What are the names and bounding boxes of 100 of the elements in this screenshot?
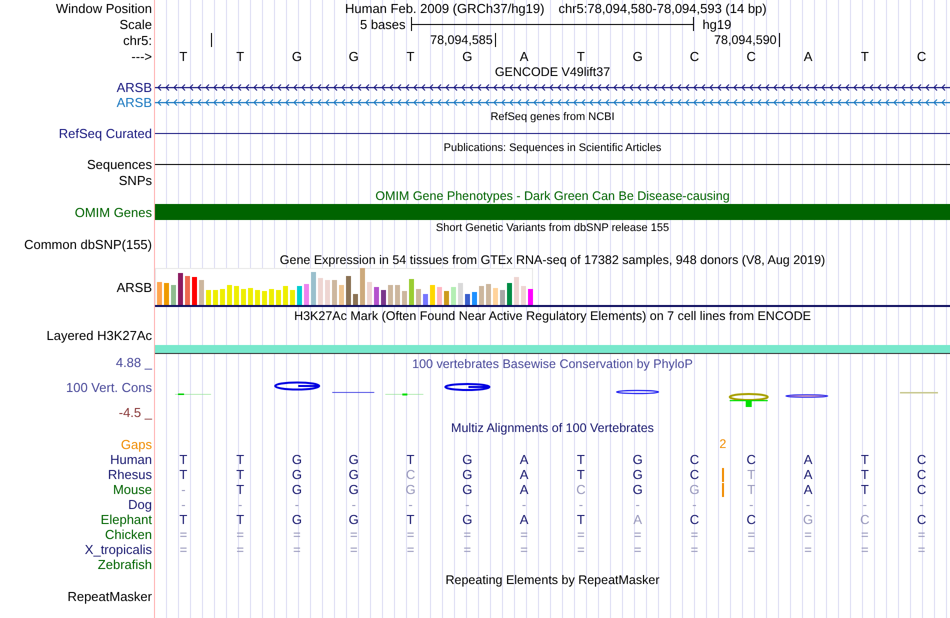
ruler-position: 78,094,590	[714, 34, 777, 47]
aligned-base: -	[352, 497, 356, 512]
aligned-base: -	[692, 497, 697, 512]
aligned-base: =	[180, 542, 188, 557]
aligned-base: C	[690, 452, 700, 467]
track-title: Repeating Elements by RepeatMasker	[445, 572, 660, 588]
aligned-base: =	[861, 542, 869, 557]
aligned-base: -	[181, 497, 186, 512]
aligned-base: -	[238, 497, 242, 512]
track-label[interactable]: OMIM Genes	[74, 204, 152, 220]
aligned-base: C	[916, 512, 926, 527]
aligned-base: -	[522, 497, 526, 512]
base-letter: A	[520, 48, 528, 64]
aligned-base: G	[802, 512, 814, 527]
aligned-base: G	[348, 467, 359, 482]
aligned-base: T	[179, 467, 188, 482]
base-letter: C	[746, 48, 756, 64]
aligned-base: -	[578, 497, 584, 512]
aligned-base: G	[348, 482, 359, 497]
aligned-base: =	[690, 527, 698, 542]
aligned-base: C	[916, 482, 926, 497]
aligned-base: -	[749, 497, 754, 512]
track-label[interactable]: RepeatMasker	[67, 588, 152, 604]
base-letter: G	[462, 48, 472, 64]
aligned-base: =	[918, 542, 926, 557]
track-label[interactable]: Layered H3K27Ac	[46, 328, 152, 342]
aligned-base: T	[576, 452, 585, 467]
track-label[interactable]: SNPs	[118, 172, 152, 188]
scale-assembly: hg19	[701, 16, 732, 32]
aligned-base: G	[462, 452, 472, 467]
track-label[interactable]: ARSB	[116, 95, 152, 110]
aligned-base: T	[406, 512, 414, 527]
aligned-base: G	[462, 467, 472, 482]
aligned-base: =	[406, 542, 414, 557]
aligned-base: A	[520, 467, 528, 482]
aligned-base: T	[236, 467, 244, 482]
track-title: RefSeq genes from NCBI	[490, 110, 615, 125]
aligned-base: =	[747, 527, 756, 542]
base-letter: T	[179, 48, 188, 64]
aligned-base: -	[465, 497, 470, 512]
aligned-base: -	[294, 497, 300, 512]
aligned-base: G	[405, 482, 416, 497]
aligned-base: =	[747, 542, 756, 557]
species-label[interactable]: Rhesus	[108, 467, 152, 482]
aligned-base: T	[179, 512, 188, 527]
aligned-base: =	[406, 527, 414, 542]
base-letter: A	[804, 48, 812, 64]
ruler-position: 78,094,585	[430, 34, 493, 47]
aligned-base: G	[292, 467, 302, 482]
aligned-base: =	[293, 542, 301, 557]
axis-max-label: 4.88 _	[116, 355, 152, 370]
aligned-base: =	[918, 527, 926, 542]
base-letter: G	[292, 48, 302, 64]
aligned-base: =	[634, 527, 642, 542]
aligned-base: G	[632, 452, 643, 467]
aligned-base: -	[919, 497, 924, 512]
aligned-base: -	[862, 497, 867, 512]
aligned-base: G	[462, 512, 472, 527]
aligned-base: -	[636, 497, 640, 512]
aligned-base: G	[462, 482, 472, 497]
row-label: Scale	[119, 16, 152, 32]
track-label[interactable]: ARSB	[116, 280, 152, 295]
aligned-base: =	[520, 527, 528, 542]
aligned-base: T	[236, 452, 244, 467]
aligned-base: -	[181, 482, 186, 497]
track-label[interactable]: RefSeq Curated	[58, 126, 152, 140]
track-title: 100 vertebrates Basewise Conservation by PhyloP	[412, 357, 693, 372]
aligned-base: G	[292, 512, 302, 527]
species-label[interactable]: Dog	[128, 497, 152, 512]
aligned-base: -	[806, 497, 810, 512]
track-label[interactable]: ARSB	[116, 80, 152, 95]
aligned-base: C	[406, 467, 416, 482]
species-label[interactable]: Elephant	[100, 512, 152, 527]
aligned-base: C	[916, 452, 926, 467]
aligned-base: =	[236, 527, 244, 542]
base-letter: T	[576, 48, 585, 64]
assembly-name: Human Feb. 2009 (GRCh37/hg19)	[345, 0, 544, 16]
aligned-base: A	[804, 482, 812, 497]
aligned-base: C	[916, 467, 926, 482]
species-label[interactable]: Mouse	[112, 482, 152, 497]
aligned-base: A	[520, 452, 528, 467]
species-label[interactable]: Chicken	[105, 527, 152, 542]
aligned-base: C	[746, 452, 756, 467]
species-label[interactable]: X_tropicalis	[84, 542, 152, 557]
aligned-base: A	[520, 512, 528, 527]
aligned-base: T	[236, 512, 244, 527]
track-label[interactable]: 100 Vert. Cons	[66, 380, 152, 395]
aligned-base: =	[520, 542, 528, 557]
aligned-base: T	[406, 452, 414, 467]
aligned-base: G	[292, 452, 302, 467]
track-label[interactable]: Common dbSNP(155)	[24, 236, 152, 252]
position-range: chr5:78,094,580-78,094,593 (14 bp)	[558, 0, 767, 16]
aligned-base: A	[804, 452, 812, 467]
track-label[interactable]: Sequences	[86, 156, 152, 172]
aligned-base: T	[860, 467, 869, 482]
aligned-base: =	[634, 542, 642, 557]
species-label[interactable]: Zebrafish	[98, 557, 152, 572]
species-label[interactable]: Human	[110, 452, 152, 467]
aligned-base: C	[690, 467, 700, 482]
base-letter: T	[860, 48, 869, 64]
